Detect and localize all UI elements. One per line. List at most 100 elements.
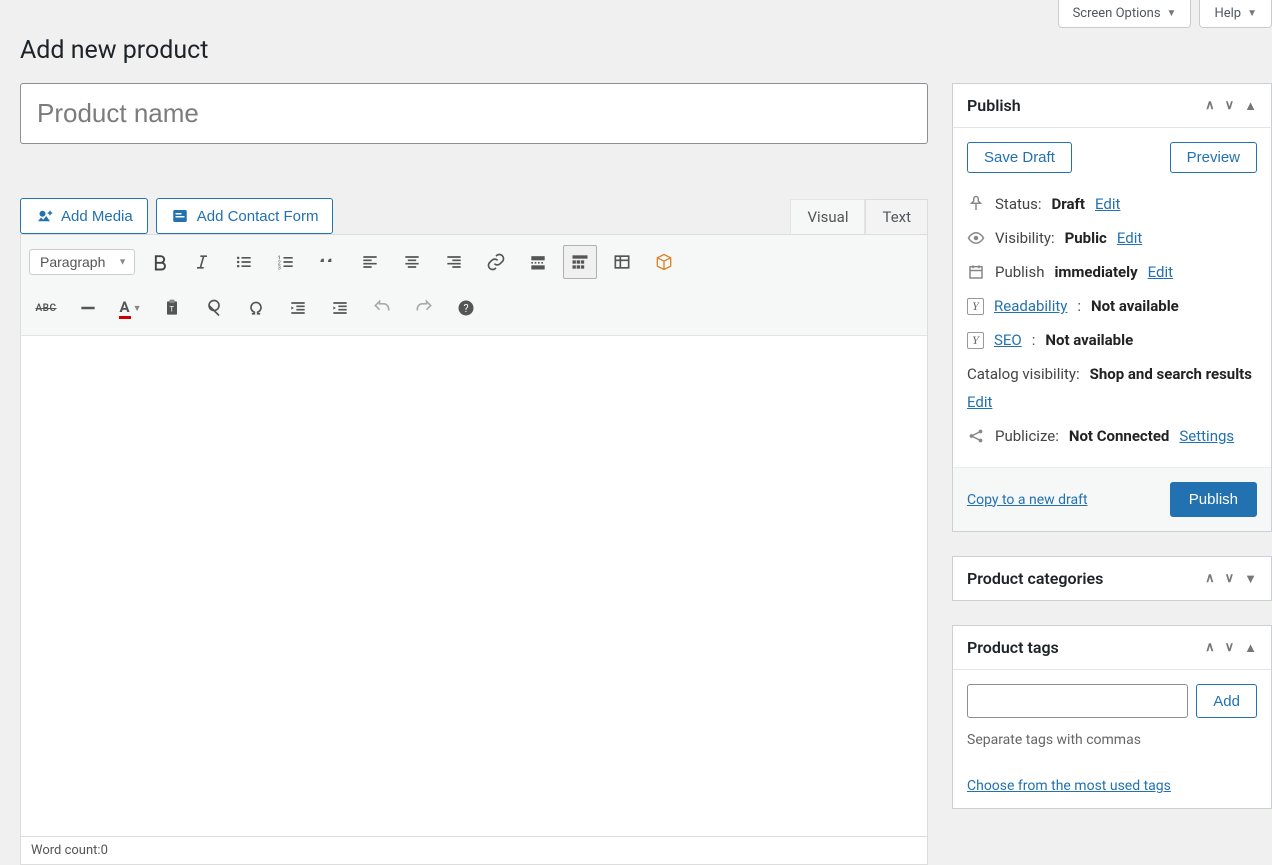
main-column: Add Media Add Contact Form Visual Text P… [20,83,928,865]
add-contact-form-label: Add Contact Form [197,208,319,225]
toolbar-toggle-button[interactable] [563,245,597,279]
add-tag-button[interactable]: Add [1196,684,1257,718]
tab-visual[interactable]: Visual [790,199,865,234]
catalog-label: Catalog visibility: [967,365,1080,383]
box-icon-button[interactable] [647,245,681,279]
publish-metabox: Publish ∧ ∨ ▲ Save Draft Preview Status:… [952,83,1272,532]
help-button[interactable]: ? [449,291,483,325]
content-editor[interactable] [21,336,927,836]
publicize-label: Publicize: [995,427,1059,445]
caret-down-icon: ▼ [1247,8,1257,19]
outdent-button[interactable] [281,291,315,325]
copy-draft-link[interactable]: Copy to a new draft [967,492,1088,508]
pin-icon [967,195,985,213]
calendar-icon [967,263,985,281]
save-draft-button[interactable]: Save Draft [967,142,1072,173]
yoast-icon: Y [967,298,984,315]
seo-suffix: : [1032,331,1036,349]
move-down-icon[interactable]: ∨ [1225,571,1235,587]
format-select-wrap: Paragraph [29,249,135,275]
product-tags-metabox: Product tags ∧ ∨ ▲ Add Separate tags wit… [952,625,1272,809]
editor: Paragraph 123 [20,234,928,837]
edit-visibility-link[interactable]: Edit [1117,229,1142,247]
italic-button[interactable] [185,245,219,279]
product-name-input[interactable] [20,83,928,144]
readability-suffix: : [1077,297,1081,315]
svg-text:3: 3 [278,266,281,272]
undo-button[interactable] [365,291,399,325]
bold-button[interactable] [143,245,177,279]
toggle-panel-icon[interactable]: ▲ [1244,640,1257,656]
move-up-icon[interactable]: ∧ [1205,640,1215,656]
visibility-label: Visibility: [995,229,1055,247]
publish-button[interactable]: Publish [1170,482,1257,517]
edit-date-link[interactable]: Edit [1148,263,1173,281]
move-down-icon[interactable]: ∨ [1225,640,1235,656]
edit-status-link[interactable]: Edit [1095,195,1120,213]
clear-formatting-button[interactable] [197,291,231,325]
form-icon [171,207,189,225]
product-categories-metabox: Product categories ∧ ∨ ▼ [952,556,1272,601]
preview-button[interactable]: Preview [1170,142,1257,173]
product-tags-title: Product tags [967,638,1059,657]
status-label: Status: [995,195,1042,213]
toggle-panel-icon[interactable]: ▲ [1244,98,1257,114]
publish-title: Publish [967,96,1021,115]
edit-catalog-link[interactable]: Edit [967,393,992,411]
product-categories-title: Product categories [967,569,1103,588]
table-button[interactable] [605,245,639,279]
indent-button[interactable] [323,291,357,325]
add-media-button[interactable]: Add Media [20,198,148,234]
strikethrough-button[interactable]: ABC [29,291,63,325]
blockquote-button[interactable] [311,245,345,279]
word-count-label: Word count: [31,843,101,858]
help-tab[interactable]: Help ▼ [1199,0,1272,28]
bullet-list-button[interactable] [227,245,261,279]
move-up-icon[interactable]: ∧ [1205,571,1215,587]
link-button[interactable] [479,245,513,279]
move-down-icon[interactable]: ∨ [1225,98,1235,114]
align-right-button[interactable] [437,245,471,279]
number-list-button[interactable]: 123 [269,245,303,279]
catalog-value: Shop and search results [1090,365,1252,383]
help-label: Help [1214,6,1241,21]
publicize-value: Not Connected [1069,427,1170,445]
eye-icon [967,229,985,247]
publicize-settings-link[interactable]: Settings [1179,427,1234,445]
horizontal-rule-button[interactable] [71,291,105,325]
readability-link[interactable]: Readability [994,297,1067,315]
word-count-value: 0 [101,843,108,858]
media-icon [35,207,53,225]
seo-link[interactable]: SEO [994,331,1022,349]
publish-date-label: Publish [995,263,1044,281]
product-categories-head[interactable]: Product categories ∧ ∨ ▼ [953,557,1271,600]
toggle-panel-icon[interactable]: ▼ [1244,571,1257,587]
align-center-button[interactable] [395,245,429,279]
editor-toolbar: Paragraph 123 [21,235,927,336]
yoast-icon: Y [967,332,984,349]
visibility-value: Public [1065,229,1107,247]
tag-input[interactable] [967,684,1188,718]
readability-value: Not available [1091,297,1179,315]
publish-head[interactable]: Publish ∧ ∨ ▲ [953,84,1271,128]
add-contact-form-button[interactable]: Add Contact Form [156,198,334,234]
align-left-button[interactable] [353,245,387,279]
share-icon [967,427,985,445]
format-select[interactable]: Paragraph [29,249,135,275]
choose-tags-link[interactable]: Choose from the most used tags [967,778,1171,794]
paste-text-button[interactable]: T [155,291,189,325]
special-char-button[interactable] [239,291,273,325]
redo-button[interactable] [407,291,441,325]
status-value: Draft [1052,195,1085,213]
tag-note: Separate tags with commas [967,732,1257,748]
screen-options-label: Screen Options [1073,6,1161,21]
tab-text[interactable]: Text [865,199,928,234]
svg-text:?: ? [464,302,469,315]
move-up-icon[interactable]: ∧ [1205,98,1215,114]
read-more-button[interactable] [521,245,555,279]
screen-options-tab[interactable]: Screen Options ▼ [1058,0,1192,28]
side-column: Publish ∧ ∨ ▲ Save Draft Preview Status:… [952,83,1272,833]
product-tags-head[interactable]: Product tags ∧ ∨ ▲ [953,626,1271,670]
publish-date-value: immediately [1054,263,1137,281]
text-color-button[interactable]: A▼ [113,291,147,325]
